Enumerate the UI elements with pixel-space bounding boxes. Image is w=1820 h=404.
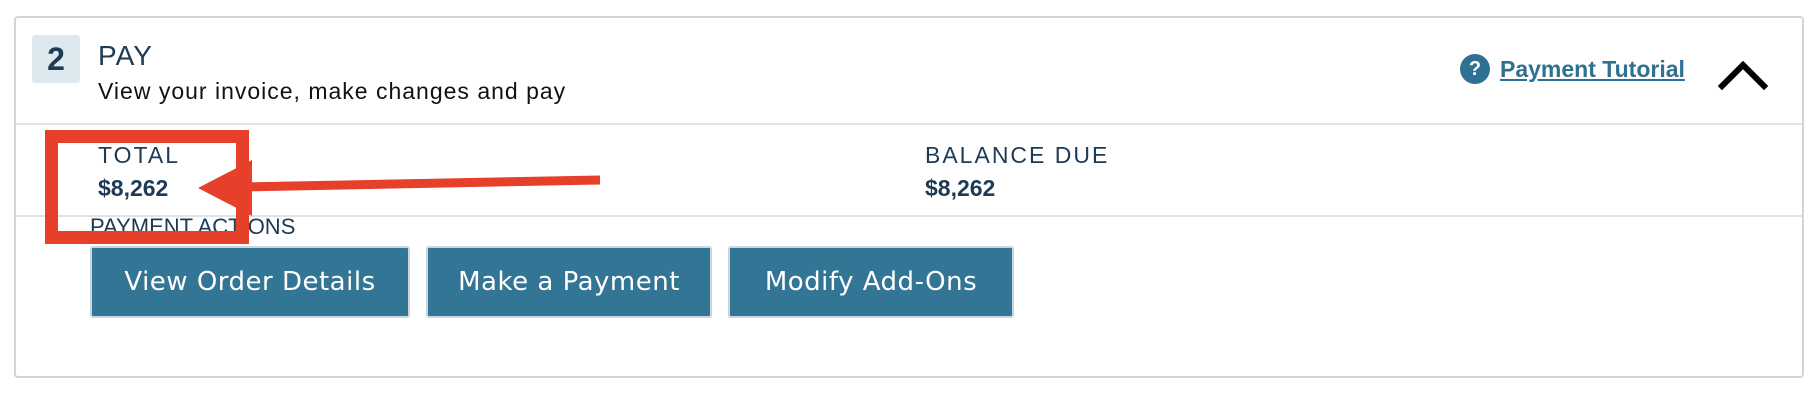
modify-add-ons-button[interactable]: Modify Add-Ons [728,246,1014,318]
invoice-summary: TOTAL $8,262 BALANCE DUE $8,262 [16,125,1802,217]
help-icon[interactable]: ? [1460,54,1490,84]
payment-tutorial-link[interactable]: Payment Tutorial [1500,56,1685,83]
payment-tutorial-link-group[interactable]: ? Payment Tutorial [1460,54,1685,84]
balance-due-label: BALANCE DUE [925,142,1110,168]
make-payment-button[interactable]: Make a Payment [426,246,712,318]
annotation-highlight-box [45,130,249,244]
view-order-details-button[interactable]: View Order Details [90,246,410,318]
step-title: PAY [98,40,153,71]
pay-step-card: 2 PAY View your invoice, make changes an… [14,16,1804,378]
step-number-badge: 2 [32,35,80,83]
chevron-up-icon[interactable] [1718,58,1768,90]
balance-due-value: $8,262 [925,175,996,201]
step-header: 2 PAY View your invoice, make changes an… [16,18,1802,125]
step-subtitle: View your invoice, make changes and pay [98,78,567,104]
